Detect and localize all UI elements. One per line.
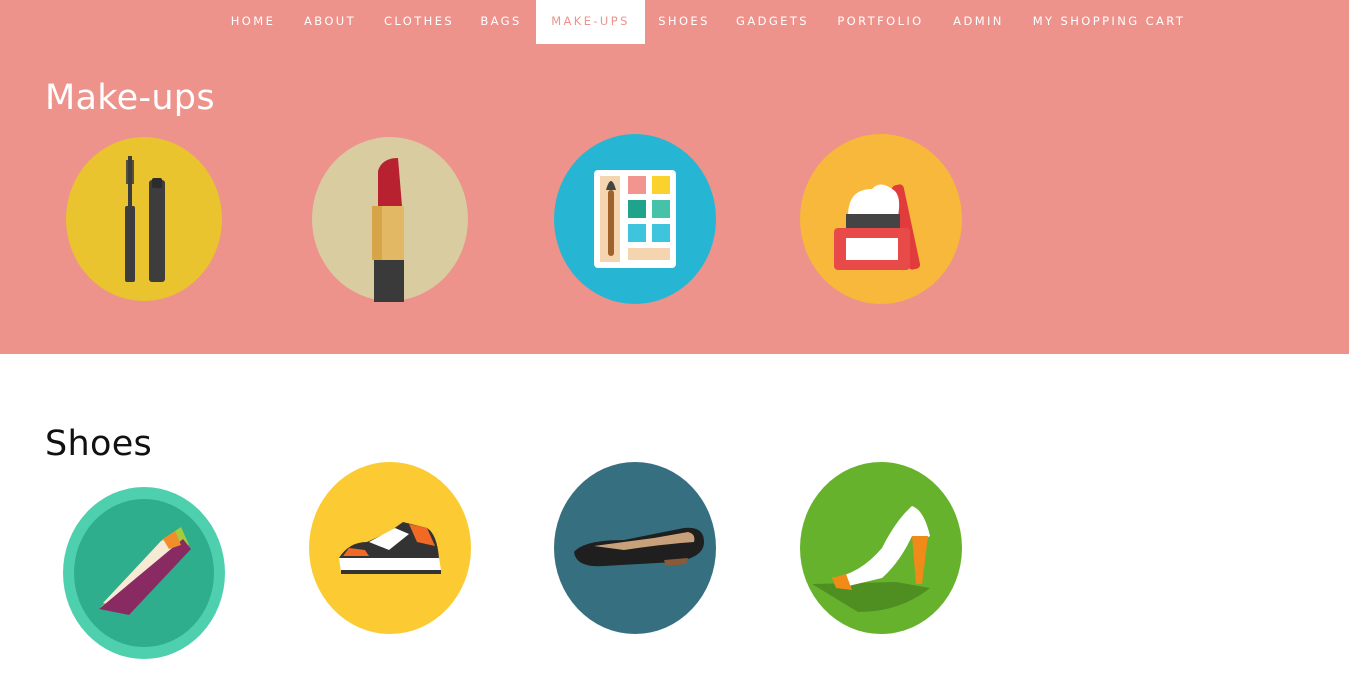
nav-home[interactable]: HOME — [222, 0, 284, 44]
nav-bags[interactable]: BAGS — [474, 0, 528, 44]
nav-shoes[interactable]: SHOES — [651, 0, 717, 44]
nav-admin[interactable]: ADMIN — [945, 0, 1012, 44]
product-high-heel[interactable] — [800, 462, 962, 634]
nav-makeups[interactable]: MAKE-UPS — [536, 0, 645, 44]
lipstick-icon — [312, 137, 468, 302]
nav-about[interactable]: ABOUT — [296, 0, 364, 44]
nav-shopping-cart[interactable]: MY SHOPPING CART — [1024, 0, 1194, 44]
cream-jar-icon — [800, 134, 962, 304]
shoes-section-title: Shoes — [45, 424, 153, 464]
nav-gadgets[interactable]: GADGETS — [729, 0, 816, 44]
running-shoe-icon — [63, 487, 225, 659]
nav-portfolio[interactable]: PORTFOLIO — [828, 0, 933, 44]
product-sneaker[interactable] — [309, 462, 471, 634]
product-running-shoe[interactable] — [63, 487, 225, 659]
product-mascara[interactable] — [64, 136, 224, 302]
product-lipstick[interactable] — [310, 136, 470, 302]
high-heel-icon — [800, 462, 962, 634]
top-navigation: HOME ABOUT CLOTHES BAGS MAKE-UPS SHOES G… — [0, 0, 1349, 44]
nav-clothes[interactable]: CLOTHES — [376, 0, 462, 44]
product-cream-jar[interactable] — [800, 134, 962, 304]
sneaker-icon — [309, 462, 471, 634]
eyeshadow-palette-icon — [554, 134, 716, 304]
product-eyeshadow-palette[interactable] — [554, 134, 716, 304]
makeups-section-title: Make-ups — [45, 78, 215, 118]
flat-shoe-icon — [554, 462, 716, 634]
mascara-icon — [66, 137, 222, 301]
product-flat-shoe[interactable] — [554, 462, 716, 634]
